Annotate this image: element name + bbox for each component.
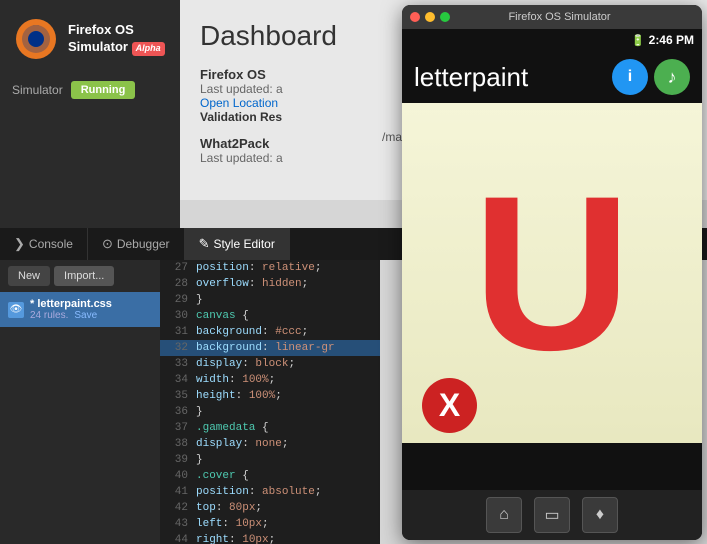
minimize-window-button[interactable] xyxy=(425,12,435,22)
firefox-logo-area: Firefox OS Simulator Alpha xyxy=(0,0,180,73)
close-window-button[interactable] xyxy=(410,12,420,22)
code-line-39: 39 } xyxy=(160,452,380,468)
style-editor-icon: ✎ xyxy=(199,236,210,252)
code-line-29: 29 } xyxy=(160,292,380,308)
code-line-40: 40 .cover { xyxy=(160,468,380,484)
phone-app: letterpaint i ♪ U X xyxy=(402,51,702,490)
file-name: * letterpaint.css xyxy=(30,298,152,310)
code-line-42: 42 top: 80px; xyxy=(160,500,380,516)
code-line-28: 28 overflow: hidden; xyxy=(160,276,380,292)
simulator-label: Simulator xyxy=(12,83,63,97)
info-button[interactable]: i xyxy=(612,59,648,95)
file-rules: 24 rules. Save xyxy=(30,310,152,321)
code-line-31: 31 background: #ccc; xyxy=(160,324,380,340)
file-info: * letterpaint.css 24 rules. Save xyxy=(30,298,152,321)
bookmark-button[interactable]: ♦ xyxy=(582,497,618,533)
back-icon: ▭ xyxy=(544,505,559,525)
status-time: 2:46 PM xyxy=(649,33,694,47)
home-icon: ⌂ xyxy=(499,506,509,524)
code-line-43: 43 left: 10px; xyxy=(160,516,380,532)
music-button[interactable]: ♪ xyxy=(654,59,690,95)
code-line-44: 44 right: 10px; xyxy=(160,532,380,544)
code-line-30: 30 canvas { xyxy=(160,308,380,324)
code-line-33: 33 display: block; xyxy=(160,356,380,372)
app-name: letterpaint xyxy=(414,62,528,93)
url-partial: /ma xyxy=(382,130,402,144)
new-button[interactable]: New xyxy=(8,266,50,286)
console-arrow-icon: ❯ xyxy=(14,236,25,252)
code-line-38: 38 display: none; xyxy=(160,436,380,452)
bookmark-icon: ♦ xyxy=(596,506,604,524)
save-link[interactable]: Save xyxy=(74,310,97,321)
code-line-41: 41 position: absolute; xyxy=(160,484,380,500)
phone-app-header: letterpaint i ♪ xyxy=(402,51,702,103)
code-editor[interactable]: 27 position: relative; 28 overflow: hidd… xyxy=(160,260,380,544)
devtools-tab-style-editor[interactable]: ✎ Style Editor xyxy=(185,228,290,260)
header-icons: i ♪ xyxy=(612,59,690,95)
file-entry[interactable]: 👁 * letterpaint.css 24 rules. Save xyxy=(0,292,160,327)
music-icon: ♪ xyxy=(668,67,677,88)
main-window: Firefox OS Simulator Alpha Simulator Run… xyxy=(0,0,707,544)
code-line-36: 36 } xyxy=(160,404,380,420)
console-tab-label: Console xyxy=(29,237,73,251)
back-button[interactable]: ▭ xyxy=(534,497,570,533)
style-editor-tab-label: Style Editor xyxy=(213,237,274,251)
devtools-tab-console[interactable]: ❯ Console xyxy=(0,228,88,260)
file-sidebar: New Import... 👁 * letterpaint.css 24 rul… xyxy=(0,260,160,544)
import-button[interactable]: Import... xyxy=(54,266,114,286)
phone-window-title: Firefox OS Simulator xyxy=(455,11,664,23)
rules-count: 24 rules. xyxy=(30,310,68,321)
simulator-row: Simulator Running xyxy=(0,73,180,107)
info-icon: i xyxy=(628,68,632,86)
eye-icon: 👁 xyxy=(8,302,24,318)
file-buttons: New Import... xyxy=(0,260,160,292)
debugger-tab-label: Debugger xyxy=(117,237,170,251)
code-line-37: 37 .gamedata { xyxy=(160,420,380,436)
home-button[interactable]: ⌂ xyxy=(486,497,522,533)
code-line-32: 32 background: linear-gr xyxy=(160,340,380,356)
maximize-window-button[interactable] xyxy=(440,12,450,22)
firefox-title-text: Firefox OS Simulator Alpha xyxy=(68,22,165,56)
phone-window: Firefox OS Simulator 🔋 2:46 PM letterpai… xyxy=(402,5,702,540)
phone-titlebar: Firefox OS Simulator xyxy=(402,5,702,29)
battery-icon: 🔋 xyxy=(631,34,645,47)
phone-status-bar: 🔋 2:46 PM xyxy=(402,29,702,51)
phone-bottom-bar: ⌂ ▭ ♦ xyxy=(402,490,702,540)
code-line-35: 35 height: 100%; xyxy=(160,388,380,404)
close-overlay-button[interactable]: X xyxy=(422,378,477,433)
letter-display: U xyxy=(473,163,632,383)
alpha-badge: Alpha xyxy=(132,42,165,56)
devtools-tab-debugger[interactable]: ⊙ Debugger xyxy=(88,228,185,260)
code-line-34: 34 width: 100%; xyxy=(160,372,380,388)
code-line-27: 27 position: relative; xyxy=(160,260,380,276)
firefox-icon xyxy=(12,15,60,63)
debugger-icon: ⊙ xyxy=(102,236,113,252)
phone-canvas[interactable]: U X xyxy=(402,103,702,443)
running-badge[interactable]: Running xyxy=(71,81,136,99)
